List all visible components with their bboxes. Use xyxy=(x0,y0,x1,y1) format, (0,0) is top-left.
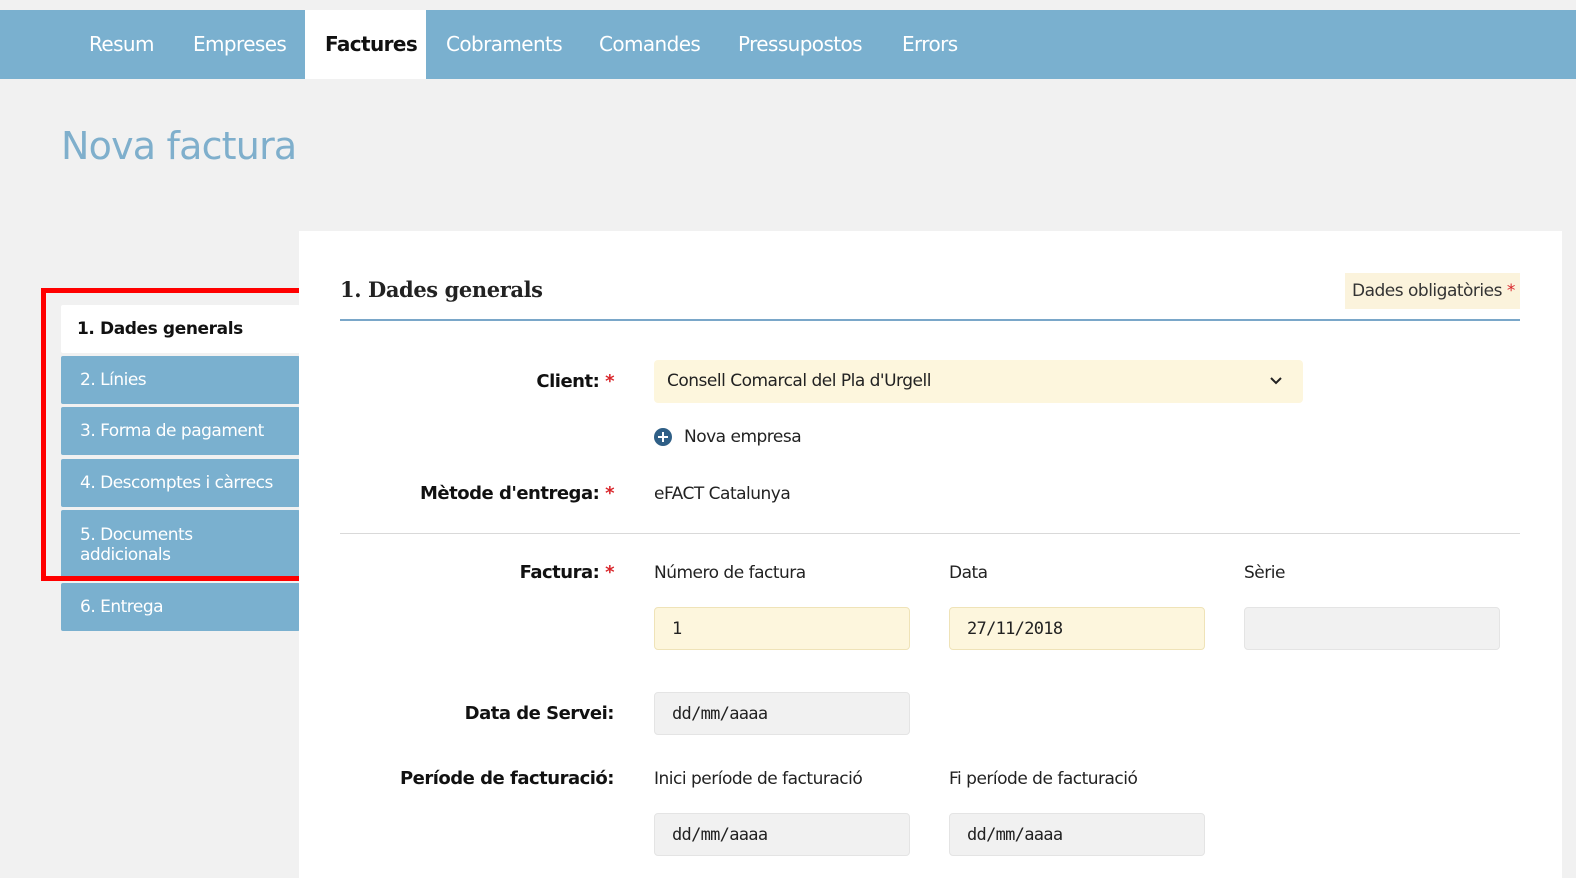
billing-start-label: Inici període de facturació xyxy=(654,769,863,789)
tab-empreses[interactable]: Empreses xyxy=(173,10,306,79)
invoice-series-input[interactable] xyxy=(1244,607,1500,650)
chevron-down-icon xyxy=(1269,360,1283,420)
tab-errors[interactable]: Errors xyxy=(882,10,978,79)
invoice-label: Factura: * xyxy=(519,562,615,583)
sidebar-item-entrega[interactable]: 6. Entrega xyxy=(61,583,300,631)
section-divider xyxy=(340,319,1520,321)
tab-pressupostos[interactable]: Pressupostos xyxy=(718,10,882,79)
top-navigation: Resum Empreses Factures Cobraments Coman… xyxy=(0,10,1576,79)
mandatory-label: Dades obligatòries xyxy=(1352,281,1502,301)
form-panel: 1. Dades generals Dades obligatòries * C… xyxy=(299,231,1562,878)
highlight-annotation-box xyxy=(41,288,316,581)
section-title: 1. Dades generals xyxy=(340,277,543,302)
invoice-date-input[interactable]: 27/11/2018 xyxy=(949,607,1205,650)
client-select[interactable]: Consell Comarcal del Pla d'Urgell xyxy=(654,360,1303,403)
service-date-input[interactable]: dd/mm/aaaa xyxy=(654,692,910,735)
invoice-number-label: Número de factura xyxy=(654,563,806,583)
divider xyxy=(340,533,1520,534)
delivery-method-label: Mètode d'entrega: * xyxy=(420,483,614,504)
invoice-series-label: Sèrie xyxy=(1244,563,1285,583)
billing-start-input[interactable]: dd/mm/aaaa xyxy=(654,813,910,856)
new-company-link[interactable]: Nova empresa xyxy=(654,427,802,447)
billing-end-input[interactable]: dd/mm/aaaa xyxy=(949,813,1205,856)
tab-cobraments[interactable]: Cobraments xyxy=(426,10,582,79)
client-select-value: Consell Comarcal del Pla d'Urgell xyxy=(667,371,931,391)
plus-circle-icon xyxy=(654,428,672,446)
delivery-method-value: eFACT Catalunya xyxy=(654,484,791,504)
mandatory-notice: Dades obligatòries * xyxy=(1345,273,1520,309)
required-asterisk: * xyxy=(1506,281,1516,301)
new-company-label: Nova empresa xyxy=(684,427,802,447)
billing-end-label: Fi període de facturació xyxy=(949,769,1138,789)
invoice-date-label: Data xyxy=(949,563,988,583)
page-title: Nova factura xyxy=(61,124,297,168)
client-label: Client: * xyxy=(536,371,614,392)
tab-factures[interactable]: Factures xyxy=(305,10,426,79)
tab-resum[interactable]: Resum xyxy=(69,10,174,79)
service-date-label: Data de Servei: xyxy=(464,703,615,724)
invoice-number-input[interactable]: 1 xyxy=(654,607,910,650)
billing-period-label: Període de facturació: xyxy=(399,768,615,789)
tab-comandes[interactable]: Comandes xyxy=(579,10,720,79)
